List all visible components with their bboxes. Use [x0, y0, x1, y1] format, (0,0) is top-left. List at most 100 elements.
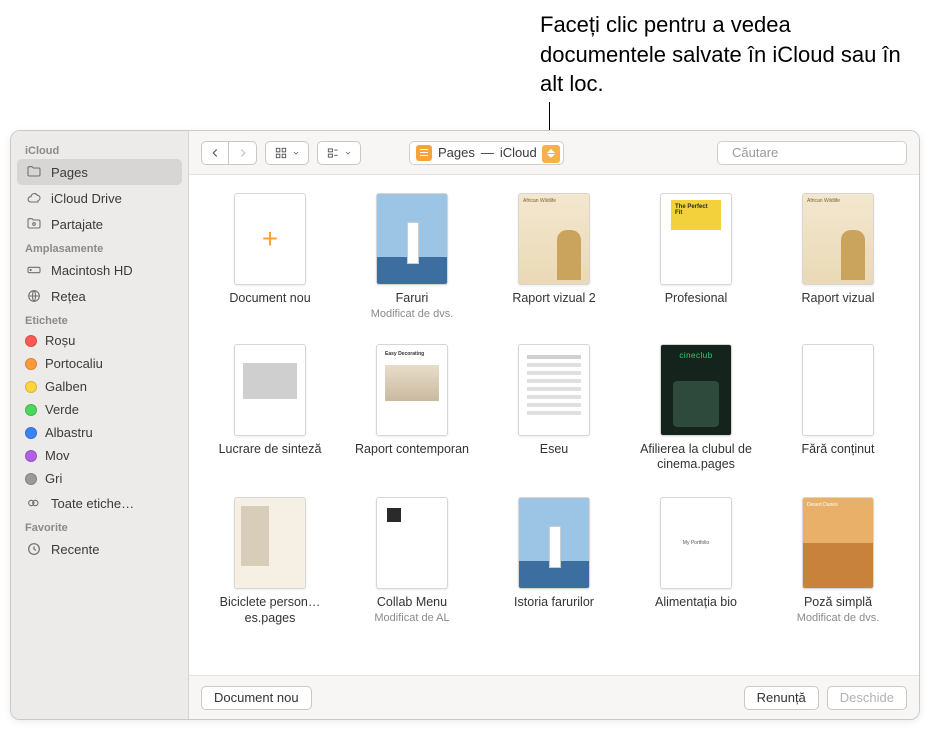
back-button[interactable] [201, 141, 229, 165]
tag-dot-icon [25, 335, 37, 347]
document-item[interactable]: Profesional [631, 193, 761, 320]
new-document-thumb: + [234, 193, 306, 285]
document-thumb [234, 497, 306, 589]
document-thumb [376, 344, 448, 436]
tag-dot-icon [25, 473, 37, 485]
sidebar-tag-item[interactable]: Gri [11, 467, 188, 490]
sidebar-item-shared[interactable]: Partajate [11, 211, 188, 237]
sidebar: iCloud Pages iCloud Drive Partajate Ampl… [11, 131, 189, 719]
location-separator: — [481, 145, 494, 160]
sidebar-item-label: Albastru [45, 425, 93, 440]
sidebar-tag-item[interactable]: Roșu [11, 329, 188, 352]
documents-grid: +Document nouFaruriModificat de dvs.Rapo… [205, 193, 903, 626]
sidebar-tag-item[interactable]: Toate etiche… [11, 490, 188, 516]
document-item[interactable]: Collab MenuModificat de AL [347, 497, 477, 626]
sidebar-item-label: Portocaliu [45, 356, 103, 371]
document-title: Afilierea la clubul de cinema.pages [631, 442, 761, 473]
folder-icon [25, 163, 43, 181]
document-item[interactable]: Raport vizual [773, 193, 903, 320]
document-item[interactable]: Istoria farurilor [489, 497, 619, 626]
sidebar-item-label: Mov [45, 448, 70, 463]
document-title: Lucrare de sinteză [219, 442, 322, 458]
open-dialog-window: iCloud Pages iCloud Drive Partajate Ampl… [10, 130, 920, 720]
tag-dot-icon [25, 381, 37, 393]
sidebar-tag-item[interactable]: Mov [11, 444, 188, 467]
document-title: Fără conținut [802, 442, 875, 458]
search-field[interactable] [717, 141, 907, 165]
document-item[interactable]: Poză simplăModificat de dvs. [773, 497, 903, 626]
cancel-button[interactable]: Renunță [744, 686, 819, 710]
sidebar-item-label: Verde [45, 402, 79, 417]
document-title: Raport vizual [802, 291, 875, 307]
document-title: Collab Menu [377, 595, 447, 611]
tag-dot-icon [25, 450, 37, 462]
sidebar-section-locations: Amplasamente [11, 237, 188, 257]
sidebar-tag-item[interactable]: Portocaliu [11, 352, 188, 375]
document-item[interactable]: Raport vizual 2 [489, 193, 619, 320]
sidebar-item-recents[interactable]: Recente [11, 536, 188, 562]
pages-app-icon [416, 145, 432, 161]
clock-icon [25, 540, 43, 558]
document-item[interactable]: +Document nou [205, 193, 335, 320]
document-subtitle: Modificat de dvs. [797, 612, 880, 624]
location-app-label: Pages [438, 145, 475, 160]
tag-dot-icon [25, 427, 37, 439]
document-item[interactable]: FaruriModificat de dvs. [347, 193, 477, 320]
nav-buttons [201, 141, 257, 165]
sidebar-item-label: Recente [51, 542, 99, 557]
sidebar-tag-item[interactable]: Galben [11, 375, 188, 398]
sidebar-item-pages[interactable]: Pages [17, 159, 182, 185]
document-thumb [376, 193, 448, 285]
chevron-up-down-icon [542, 145, 560, 163]
toolbar: Pages — iCloud [189, 131, 919, 175]
main-panel: Pages — iCloud +Document nouFaruriModifi… [189, 131, 919, 719]
open-button[interactable]: Deschide [827, 686, 907, 710]
location-place-label: iCloud [500, 145, 537, 160]
document-item[interactable]: Biciclete person…es.pages [205, 497, 335, 626]
callout-text: Faceți clic pentru a vedea documentele s… [540, 10, 910, 99]
search-input[interactable] [732, 145, 908, 160]
document-item[interactable]: Afilierea la clubul de cinema.pages [631, 344, 761, 473]
sidebar-item-label: Partajate [51, 217, 103, 232]
sidebar-section-tags: Etichete [11, 309, 188, 329]
sidebar-section-favorites: Favorite [11, 516, 188, 536]
forward-button[interactable] [229, 141, 257, 165]
new-document-button[interactable]: Document nou [201, 686, 312, 710]
all-tags-icon [25, 494, 43, 512]
sidebar-item-label: Rețea [51, 289, 86, 304]
document-title: Faruri [396, 291, 429, 307]
document-title: Poză simplă [804, 595, 872, 611]
tag-dot-icon [25, 404, 37, 416]
document-title: Eseu [540, 442, 569, 458]
document-thumb [234, 344, 306, 436]
sidebar-item-label: Roșu [45, 333, 75, 348]
sidebar-item-label: Gri [45, 471, 62, 486]
sidebar-tag-item[interactable]: Verde [11, 398, 188, 421]
sidebar-section-icloud: iCloud [11, 139, 188, 159]
disk-icon [25, 261, 43, 279]
documents-grid-area: +Document nouFaruriModificat de dvs.Rapo… [189, 175, 919, 675]
document-thumb [518, 497, 590, 589]
group-mode-button[interactable] [317, 141, 361, 165]
document-subtitle: Modificat de AL [374, 612, 449, 624]
document-item[interactable]: Alimentația bio [631, 497, 761, 626]
document-subtitle: Modificat de dvs. [371, 308, 454, 320]
view-mode-button[interactable] [265, 141, 309, 165]
sidebar-item-network[interactable]: Rețea [11, 283, 188, 309]
location-popup-button[interactable]: Pages — iCloud [409, 141, 564, 165]
document-item[interactable]: Lucrare de sinteză [205, 344, 335, 473]
document-title: Istoria farurilor [514, 595, 594, 611]
sidebar-item-label: Galben [45, 379, 87, 394]
cloud-icon [25, 189, 43, 207]
sidebar-item-macintosh-hd[interactable]: Macintosh HD [11, 257, 188, 283]
document-title: Raport vizual 2 [512, 291, 595, 307]
document-item[interactable]: Eseu [489, 344, 619, 473]
sidebar-tag-item[interactable]: Albastru [11, 421, 188, 444]
document-thumb [802, 344, 874, 436]
sidebar-item-icloud-drive[interactable]: iCloud Drive [11, 185, 188, 211]
sidebar-item-label: Macintosh HD [51, 263, 133, 278]
document-item[interactable]: Raport contemporan [347, 344, 477, 473]
document-thumb [802, 497, 874, 589]
document-item[interactable]: Fără conținut [773, 344, 903, 473]
document-title: Profesional [665, 291, 728, 307]
